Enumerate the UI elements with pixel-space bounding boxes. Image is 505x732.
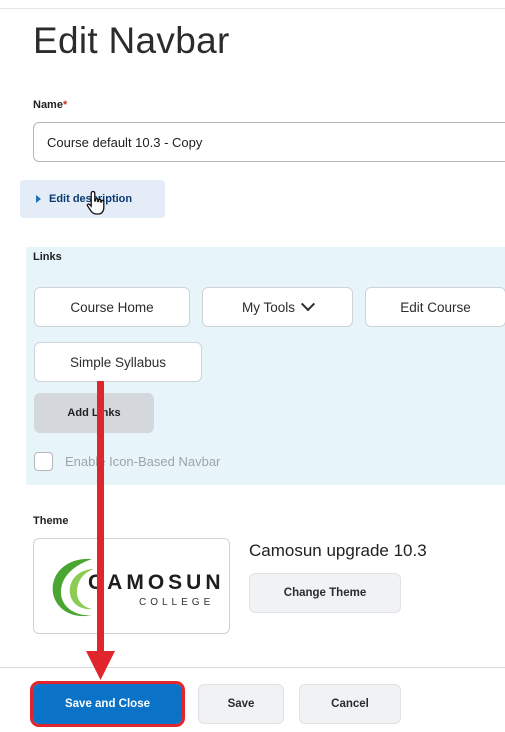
link-chip-label: My Tools (241, 299, 296, 315)
add-links-button[interactable]: Add Links (34, 393, 154, 433)
theme-name: Camosun upgrade 10.3 (249, 541, 427, 560)
cancel-button[interactable]: Cancel (299, 684, 401, 724)
link-chip-course-home[interactable]: Course Home (34, 287, 190, 327)
page-title: Edit Navbar (33, 20, 230, 61)
icon-navbar-checkbox[interactable] (34, 452, 53, 471)
top-divider (0, 8, 505, 9)
chevron-down-icon (300, 297, 316, 312)
name-field-label: Name* (33, 99, 67, 111)
save-and-close-button[interactable]: Save and Close (30, 681, 185, 727)
name-input[interactable] (33, 122, 505, 162)
save-label: Save (227, 698, 255, 710)
save-button[interactable]: Save (198, 684, 284, 724)
theme-section-label: Theme (33, 515, 69, 527)
link-chip-label: Course Home (70, 299, 154, 315)
link-chip-label: Simple Syllabus (69, 354, 167, 370)
links-section-label: Links (33, 251, 62, 263)
change-theme-label: Change Theme (283, 587, 367, 599)
arrow-head (86, 651, 115, 680)
cancel-label: Cancel (331, 698, 369, 710)
footer-divider (0, 667, 505, 668)
required-marker: * (62, 99, 68, 111)
link-chip-my-tools[interactable]: My Tools (202, 287, 353, 327)
add-links-label: Add Links (67, 407, 121, 419)
link-chip-simple-syllabus[interactable]: Simple Syllabus (34, 342, 202, 382)
link-chip-edit-course[interactable]: Edit Course (365, 287, 505, 327)
change-theme-button[interactable]: Change Theme (249, 573, 401, 613)
link-chip-label: Edit Course (400, 299, 471, 315)
save-and-close-label: Save and Close (64, 698, 150, 710)
logo-text-line1: CAMOSUN (88, 571, 225, 594)
icon-navbar-checkbox-label: Enable Icon-Based Navbar (65, 454, 221, 469)
logo-text-line2: COLLEGE (139, 597, 215, 608)
theme-logo: CAMOSUN COLLEGE (33, 538, 230, 634)
name-label-text: Name (33, 99, 63, 111)
hand-pointer-icon (86, 190, 105, 215)
triangle-right-icon (36, 195, 41, 203)
